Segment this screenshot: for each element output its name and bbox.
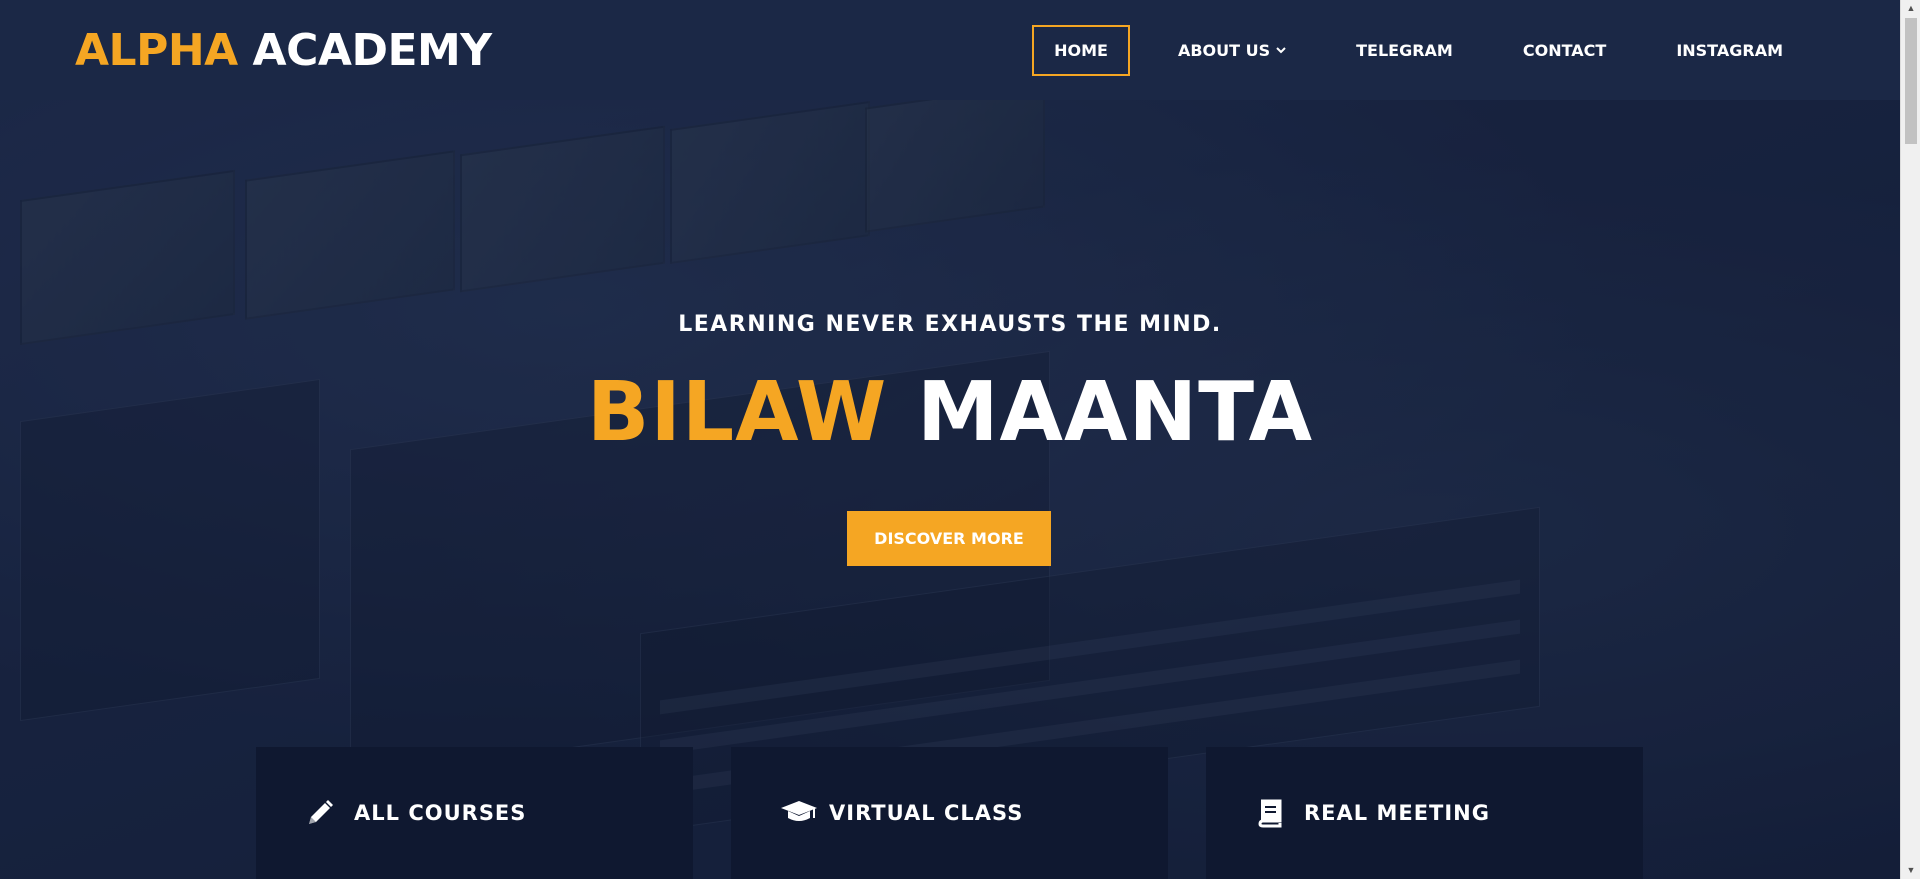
book-icon bbox=[1254, 797, 1286, 829]
nav-contact-label: CONTACT bbox=[1522, 40, 1607, 60]
scroll-thumb[interactable] bbox=[1905, 18, 1917, 144]
hero-tagline: LEARNING NEVER EXHAUSTS THE MIND. bbox=[678, 312, 1222, 337]
nav-instagram[interactable]: INSTAGRAM bbox=[1654, 25, 1805, 76]
scroll-up-arrow-icon[interactable]: ▲ bbox=[1901, 0, 1920, 17]
hero-title: BILAW MAANTA bbox=[0, 372, 1900, 454]
discover-more-button[interactable]: DISCOVER MORE bbox=[847, 511, 1051, 566]
logo[interactable]: ALPHA ACADEMY bbox=[75, 25, 492, 76]
site-header: ALPHA ACADEMY HOME ABOUT US TELEGRAM CON… bbox=[0, 0, 1900, 100]
scroll-down-arrow-icon[interactable]: ▼ bbox=[1901, 862, 1920, 879]
main-nav: HOME ABOUT US TELEGRAM CONTACT INSTAGRAM bbox=[1006, 24, 1805, 76]
page-scrollbar[interactable]: ▲ ▼ bbox=[1900, 0, 1920, 879]
logo-rest: ACADEMY bbox=[252, 24, 493, 76]
card-real-meeting[interactable]: REAL MEETING bbox=[1206, 747, 1643, 879]
nav-home[interactable]: HOME bbox=[1032, 24, 1130, 76]
hero-title-accent: BILAW bbox=[586, 365, 888, 460]
nav-about-us[interactable]: ABOUT US bbox=[1156, 25, 1308, 76]
card-virtual-class[interactable]: VIRTUAL CLASS bbox=[731, 747, 1168, 879]
nav-contact[interactable]: CONTACT bbox=[1501, 25, 1628, 76]
logo-accent: ALPHA bbox=[75, 24, 238, 76]
graduation-cap-icon bbox=[779, 797, 817, 829]
nav-about-us-label: ABOUT US bbox=[1177, 40, 1271, 60]
feature-cards: ALL COURSES VIRTUAL CLASS REAL MEETING bbox=[256, 747, 1643, 879]
nav-telegram[interactable]: TELEGRAM bbox=[1334, 25, 1475, 76]
hero-section: LEARNING NEVER EXHAUSTS THE MIND. BILAW … bbox=[0, 100, 1900, 750]
chevron-down-icon bbox=[1276, 43, 1286, 57]
pencil-icon bbox=[304, 797, 336, 829]
card-virtual-class-label: VIRTUAL CLASS bbox=[829, 801, 1024, 825]
nav-telegram-label: TELEGRAM bbox=[1356, 40, 1453, 60]
nav-instagram-label: INSTAGRAM bbox=[1676, 40, 1783, 60]
nav-home-label: HOME bbox=[1054, 40, 1108, 60]
card-all-courses[interactable]: ALL COURSES bbox=[256, 747, 693, 879]
hero-title-rest: MAANTA bbox=[916, 365, 1314, 460]
card-real-meeting-label: REAL MEETING bbox=[1304, 801, 1490, 825]
card-all-courses-label: ALL COURSES bbox=[354, 801, 527, 825]
